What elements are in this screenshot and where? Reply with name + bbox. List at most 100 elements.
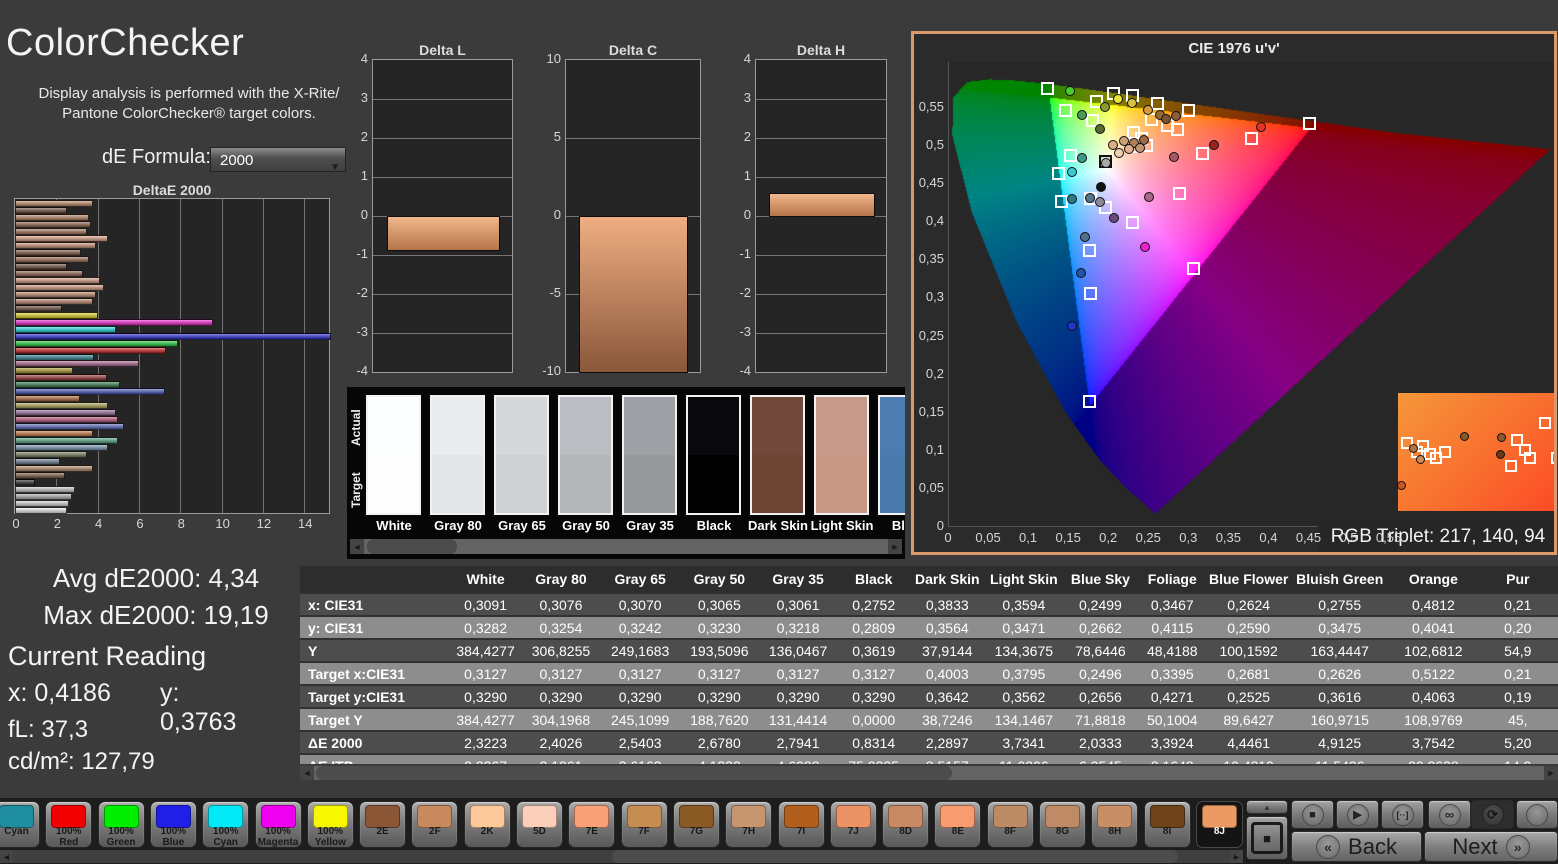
pattern-button-100-magenta[interactable]: 100% Magenta	[255, 801, 302, 848]
pattern-button-cyan[interactable]: Cyan	[0, 801, 40, 848]
cie-y-tick-label: 0,2	[916, 366, 944, 381]
next-button[interactable]: Next »	[1424, 831, 1558, 862]
cie-x-tick-label: 0,4	[1248, 530, 1288, 545]
toolbar-scroll-left-icon[interactable]: ◄	[0, 850, 13, 863]
inset-target-marker	[1505, 460, 1517, 472]
toolbar-scroll-right-icon[interactable]: ►	[1230, 850, 1243, 863]
swatch-label: Dark Skin	[745, 518, 811, 534]
pattern-button-7f[interactable]: 7F	[621, 801, 668, 848]
patch-swatch-gray-50[interactable]	[558, 395, 613, 515]
pattern-button-2k[interactable]: 2K	[464, 801, 511, 848]
back-button[interactable]: « Back	[1291, 831, 1422, 862]
table-cell: 0,2809	[837, 616, 910, 639]
reading-x: x: 0,4186	[8, 679, 111, 707]
scroll-left-icon[interactable]: ◄	[350, 539, 364, 554]
gridline	[373, 99, 512, 100]
table-scrollbar[interactable]: ◄ ►	[300, 766, 1558, 780]
toolbar-scrollbar-thumb[interactable]	[612, 850, 1178, 863]
pattern-color	[208, 805, 243, 828]
inset-measurement-marker	[1460, 432, 1469, 441]
table-scroll-left-icon[interactable]: ◄	[300, 766, 314, 780]
gridline	[373, 177, 512, 178]
patch-swatch-white[interactable]	[366, 395, 421, 515]
stop-button[interactable]: ■	[1291, 800, 1334, 829]
pattern-button-100-cyan[interactable]: 100% Cyan	[202, 801, 249, 848]
swatch-scrollbar-thumb[interactable]	[367, 539, 457, 554]
pattern-color	[104, 805, 139, 828]
pattern-window-button[interactable]: ■	[1246, 816, 1288, 860]
pattern-label: 7I	[779, 827, 824, 838]
cie-target-marker	[1064, 149, 1077, 162]
pattern-button-7e[interactable]: 7E	[568, 801, 615, 848]
cie-target-marker	[1083, 395, 1096, 408]
gridline	[373, 255, 512, 256]
patch-swatch-gray-35[interactable]	[622, 395, 677, 515]
table-row: Target y:CIE310,32900,32900,32900,32900,…	[300, 685, 1558, 708]
table-row: x: CIE310,30910,30760,30700,30650,30610,…	[300, 593, 1558, 616]
table-cell: 0,2496	[1063, 662, 1137, 685]
pattern-button-8e[interactable]: 8E	[934, 801, 981, 848]
gridline	[222, 199, 223, 513]
page-description: Display analysis is performed with the X…	[26, 84, 352, 124]
pattern-button-100-green[interactable]: 100% Green	[98, 801, 145, 848]
refresh-button[interactable]: ⟳	[1471, 800, 1514, 829]
pattern-button-2e[interactable]: 2E	[359, 801, 406, 848]
y-tick-label: -1	[729, 246, 751, 261]
table-cell: 75,9335	[837, 754, 910, 764]
y-tick-label: 2	[729, 129, 751, 144]
pattern-button-7j[interactable]: 7J	[830, 801, 877, 848]
loop-button[interactable]: ∞	[1428, 800, 1471, 829]
pattern-button-8f[interactable]: 8F	[987, 801, 1034, 848]
table-cell: 0,3127	[521, 662, 600, 685]
patch-swatch-black[interactable]	[686, 395, 741, 515]
play-button[interactable]: ▶	[1336, 800, 1379, 829]
pattern-button-8h[interactable]: 8H	[1091, 801, 1138, 848]
cie-target-marker	[1182, 104, 1195, 117]
deltae-bar	[15, 333, 331, 340]
patch-swatch-gray-80[interactable]	[430, 395, 485, 515]
delta-l-chart	[372, 59, 513, 373]
pattern-color	[365, 805, 400, 828]
patch-swatch-dark-skin[interactable]	[750, 395, 805, 515]
pattern-button-7i[interactable]: 7I	[778, 801, 825, 848]
pattern-button-8d[interactable]: 8D	[882, 801, 929, 848]
step-mode-button[interactable]: [··]	[1381, 800, 1424, 829]
avg-de2000: Avg dE2000: 4,34	[0, 560, 312, 597]
scroll-right-icon[interactable]: ►	[888, 539, 902, 554]
pattern-label: 100% Blue	[151, 827, 196, 848]
patch-swatch-light-skin[interactable]	[814, 395, 869, 515]
table-cell: 45,	[1478, 708, 1558, 731]
pattern-color	[784, 805, 819, 828]
pattern-button-5d[interactable]: 5D	[516, 801, 563, 848]
patch-swatch-gray-65[interactable]	[494, 395, 549, 515]
table-cell: 4,4461	[1207, 731, 1290, 754]
de-formula-dropdown[interactable]: 2000 ▼	[210, 147, 346, 172]
pattern-button-2f[interactable]: 2F	[411, 801, 458, 848]
pattern-button-7h[interactable]: 7H	[725, 801, 772, 848]
pattern-button-7g[interactable]: 7G	[673, 801, 720, 848]
table-row: Y384,4277306,8255249,1683193,5096136,046…	[300, 639, 1558, 662]
swatch-scrollbar[interactable]: ◄ ►	[350, 539, 902, 554]
pattern-button-100-blue[interactable]: 100% Blue	[150, 801, 197, 848]
table-row: y: CIE310,32820,32540,32420,32300,32180,…	[300, 616, 1558, 639]
y-tick-label: 0	[346, 207, 368, 222]
deltae-bar	[15, 298, 93, 305]
patch-swatch-blue[interactable]	[878, 395, 905, 515]
record-button[interactable]	[1516, 800, 1558, 829]
y-tick-label: -3	[346, 324, 368, 339]
pattern-button-8j[interactable]: 8J	[1196, 801, 1243, 848]
gridline	[139, 199, 140, 513]
table-scrollbar-thumb[interactable]	[316, 766, 952, 780]
toolbar-scrollbar[interactable]: ◄ ►	[0, 850, 1243, 863]
table-header-cell: Light Skin	[984, 566, 1063, 593]
pattern-button-8i[interactable]: 8I	[1144, 801, 1191, 848]
table-cell: 0,21	[1478, 662, 1558, 685]
y-tick-label: 5	[539, 129, 561, 144]
pattern-button-8g[interactable]: 8G	[1039, 801, 1086, 848]
inset-measurement-marker	[1497, 433, 1506, 442]
collapse-toolbar-button[interactable]: ▲	[1246, 800, 1288, 814]
table-scroll-right-icon[interactable]: ►	[1544, 766, 1558, 780]
next-chevron-icon: »	[1506, 835, 1530, 859]
pattern-button-100-red[interactable]: 100% Red	[45, 801, 92, 848]
pattern-button-100-yellow[interactable]: 100% Yellow	[307, 801, 354, 848]
